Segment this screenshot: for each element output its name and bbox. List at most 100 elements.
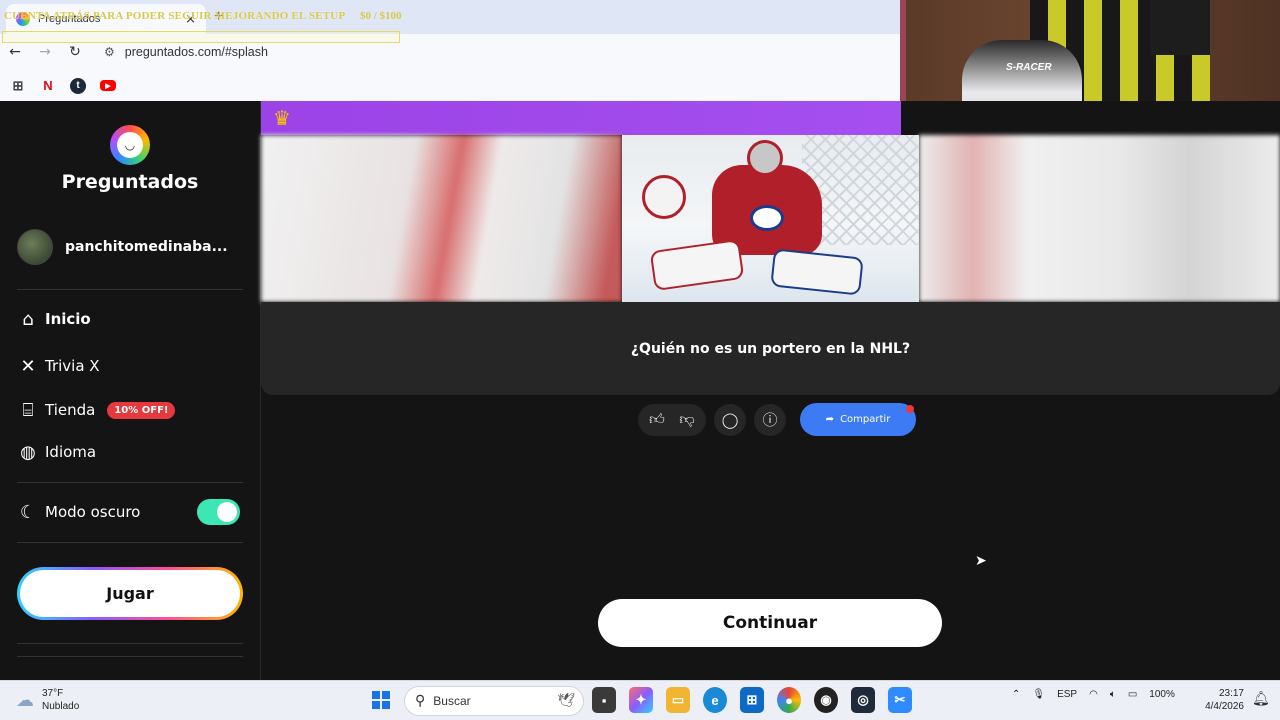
media-app-icon[interactable]: ◎ xyxy=(851,687,875,713)
sidebar-item-trivia-x[interactable]: ✕ Trivia X xyxy=(17,355,100,377)
thumbs-up-icon[interactable]: 👍︎ xyxy=(642,405,672,435)
wifi-icon[interactable]: ◠ xyxy=(1089,689,1098,700)
sidebar-item-label: Trivia X xyxy=(45,357,100,375)
sidebar-divider xyxy=(17,482,243,483)
share-button[interactable]: ➦ Compartir xyxy=(800,403,916,436)
notification-bell-icon[interactable]: 🔔︎ xyxy=(1252,691,1270,707)
sidebar-divider xyxy=(17,656,243,657)
sidebar-divider xyxy=(17,643,243,644)
goalie-helmet xyxy=(747,140,783,176)
edge-icon[interactable]: e xyxy=(703,687,727,713)
goalie-pad-right xyxy=(770,248,864,296)
store-app-icon[interactable]: ⊞ xyxy=(740,687,764,713)
rating-buttons: 👍︎ 👎︎ xyxy=(638,403,706,436)
volume-icon[interactable]: 🔈︎ xyxy=(1110,689,1116,700)
copilot-icon[interactable]: ✦ xyxy=(629,687,653,713)
question-image-row xyxy=(261,135,1280,302)
stream-overlay-text: CUENTA ATRÁS PARA PODER SEGUIR MEJORANDO… xyxy=(4,10,346,22)
language-indicator[interactable]: ESP xyxy=(1057,689,1077,700)
question-card: ¿Quién no es un portero en la NHL? xyxy=(261,302,1280,395)
play-button[interactable]: Jugar xyxy=(20,570,240,617)
battery-percent: 100% xyxy=(1149,689,1175,700)
logo-text: Preguntados xyxy=(61,171,199,193)
store-icon: ⌸ xyxy=(22,399,34,421)
youtube-bookmark-icon[interactable]: ▶ xyxy=(100,80,116,91)
chair-brand-label: S-RACER xyxy=(1006,62,1052,73)
url-text[interactable]: preguntados.com/#splash xyxy=(125,45,268,59)
blurred-image-right xyxy=(919,135,1280,302)
search-highlight-icon: 🕊︎ xyxy=(557,693,575,709)
user-profile[interactable]: panchitomedinaba... xyxy=(17,229,228,265)
apps-grid-icon[interactable]: ⊞ xyxy=(10,78,26,94)
continue-button[interactable]: Continuar xyxy=(598,599,942,647)
x-icon: ✕ xyxy=(20,355,36,377)
category-header-bar: ♛ xyxy=(261,101,901,135)
sidebar: ◡ Preguntados panchitomedinaba... ⌂ Inic… xyxy=(0,101,261,680)
system-tray: ⌃ 🎙︎ ESP ◠ 🔈︎ ▭ 100% xyxy=(1012,689,1175,700)
site-info-icon[interactable]: ⚙ xyxy=(104,45,115,59)
avatar[interactable] xyxy=(17,229,53,265)
hockey-goalie-image xyxy=(622,135,919,302)
taskbar-search[interactable]: ⚲ Buscar 🕊︎ xyxy=(404,686,584,716)
sidebar-item-label: Tienda xyxy=(45,401,96,419)
weather-temp: 37°F xyxy=(42,688,64,699)
tab-strip: Preguntados × + CUENTA ATRÁS PARA PODER … xyxy=(0,0,900,34)
file-explorer-icon[interactable]: ▭ xyxy=(666,687,690,713)
toggle-knob xyxy=(217,502,237,522)
question-actions: 👍︎ 👎︎ ◯ ⓘ ➦ Compartir xyxy=(638,403,916,436)
notification-dot xyxy=(906,405,914,413)
play-button-border: Jugar xyxy=(17,567,243,620)
sidebar-divider xyxy=(17,542,243,543)
chevron-up-icon[interactable]: ⌃ xyxy=(1012,689,1020,700)
share-icon: ➦ xyxy=(825,414,835,425)
chrome-icon[interactable]: ● xyxy=(777,687,801,713)
stream-overlay-progress-bar xyxy=(2,31,400,43)
sidebar-item-tienda[interactable]: ⌸ Tienda 10% OFF! xyxy=(17,399,176,421)
dark-mode-toggle[interactable] xyxy=(197,499,240,525)
globe-icon: ◍ xyxy=(20,441,36,463)
weather-desc: Nublado xyxy=(42,701,80,712)
microphone-icon[interactable]: 🎙︎ xyxy=(1032,689,1045,700)
weather-widget[interactable]: ☁ 37°F Nublado xyxy=(16,687,79,713)
sidebar-item-label: Idioma xyxy=(45,443,97,461)
search-icon: ⚲ xyxy=(415,693,426,709)
goalie-pad-left xyxy=(649,238,745,292)
battery-icon[interactable]: ▭ xyxy=(1128,689,1137,700)
tumblr-bookmark-icon[interactable]: t xyxy=(70,77,86,94)
weather-text: 37°F Nublado xyxy=(42,687,79,713)
preguntados-logo-icon[interactable]: ◡ xyxy=(110,125,150,165)
promo-badge: 10% OFF! xyxy=(107,401,176,419)
windows-start-icon[interactable] xyxy=(372,691,390,709)
main-content: ♛ ¿Quién no es un portero en la NHL? 👍︎ … xyxy=(261,101,1280,680)
home-icon: ⌂ xyxy=(22,308,34,330)
clock-time: 23:17 xyxy=(1218,688,1244,699)
comment-icon[interactable]: ◯ xyxy=(714,403,746,436)
dark-mode-label: Modo oscuro xyxy=(45,503,141,521)
sidebar-item-inicio[interactable]: ⌂ Inicio xyxy=(17,308,91,330)
report-icon[interactable]: ⓘ xyxy=(754,403,786,436)
blurred-image-left xyxy=(261,135,622,302)
crown-icon: ♛ xyxy=(273,106,291,130)
cloud-icon: ☁ xyxy=(16,689,34,711)
task-view-icon[interactable]: ▪ xyxy=(592,687,616,713)
moon-icon: ☾ xyxy=(19,501,37,523)
webcam-flag-stars xyxy=(1150,0,1210,55)
dark-mode-row: ☾ Modo oscuro xyxy=(17,501,140,523)
share-label: Compartir xyxy=(840,414,891,425)
taskbar-clock[interactable]: 23:17 4/4/2026 xyxy=(1196,687,1244,713)
thumbs-down-icon[interactable]: 👎︎ xyxy=(672,405,702,435)
sidebar-item-idioma[interactable]: ◍ Idioma xyxy=(17,441,96,463)
canadiens-logo xyxy=(750,205,784,231)
obs-icon[interactable]: ◉ xyxy=(814,687,838,713)
username[interactable]: panchitomedinaba... xyxy=(65,239,228,255)
question-text: ¿Quién no es un portero en la NHL? xyxy=(630,340,911,357)
snipping-tool-icon[interactable]: ✂ xyxy=(888,687,912,713)
taskbar-apps: ▪ ✦ ▭ e ⊞ ● ◉ ◎ ✂ xyxy=(592,687,912,713)
sidebar-item-label: Inicio xyxy=(45,310,91,328)
sidebar-divider xyxy=(17,289,243,290)
clock-date: 4/4/2026 xyxy=(1205,701,1244,712)
netflix-bookmark-icon[interactable]: N xyxy=(40,78,56,94)
bookmarks-bar: ⊞ N t ▶ xyxy=(0,70,900,101)
browser-chrome: Preguntados × + CUENTA ATRÁS PARA PODER … xyxy=(0,0,900,101)
mouse-cursor-icon: ➤ xyxy=(975,553,987,569)
